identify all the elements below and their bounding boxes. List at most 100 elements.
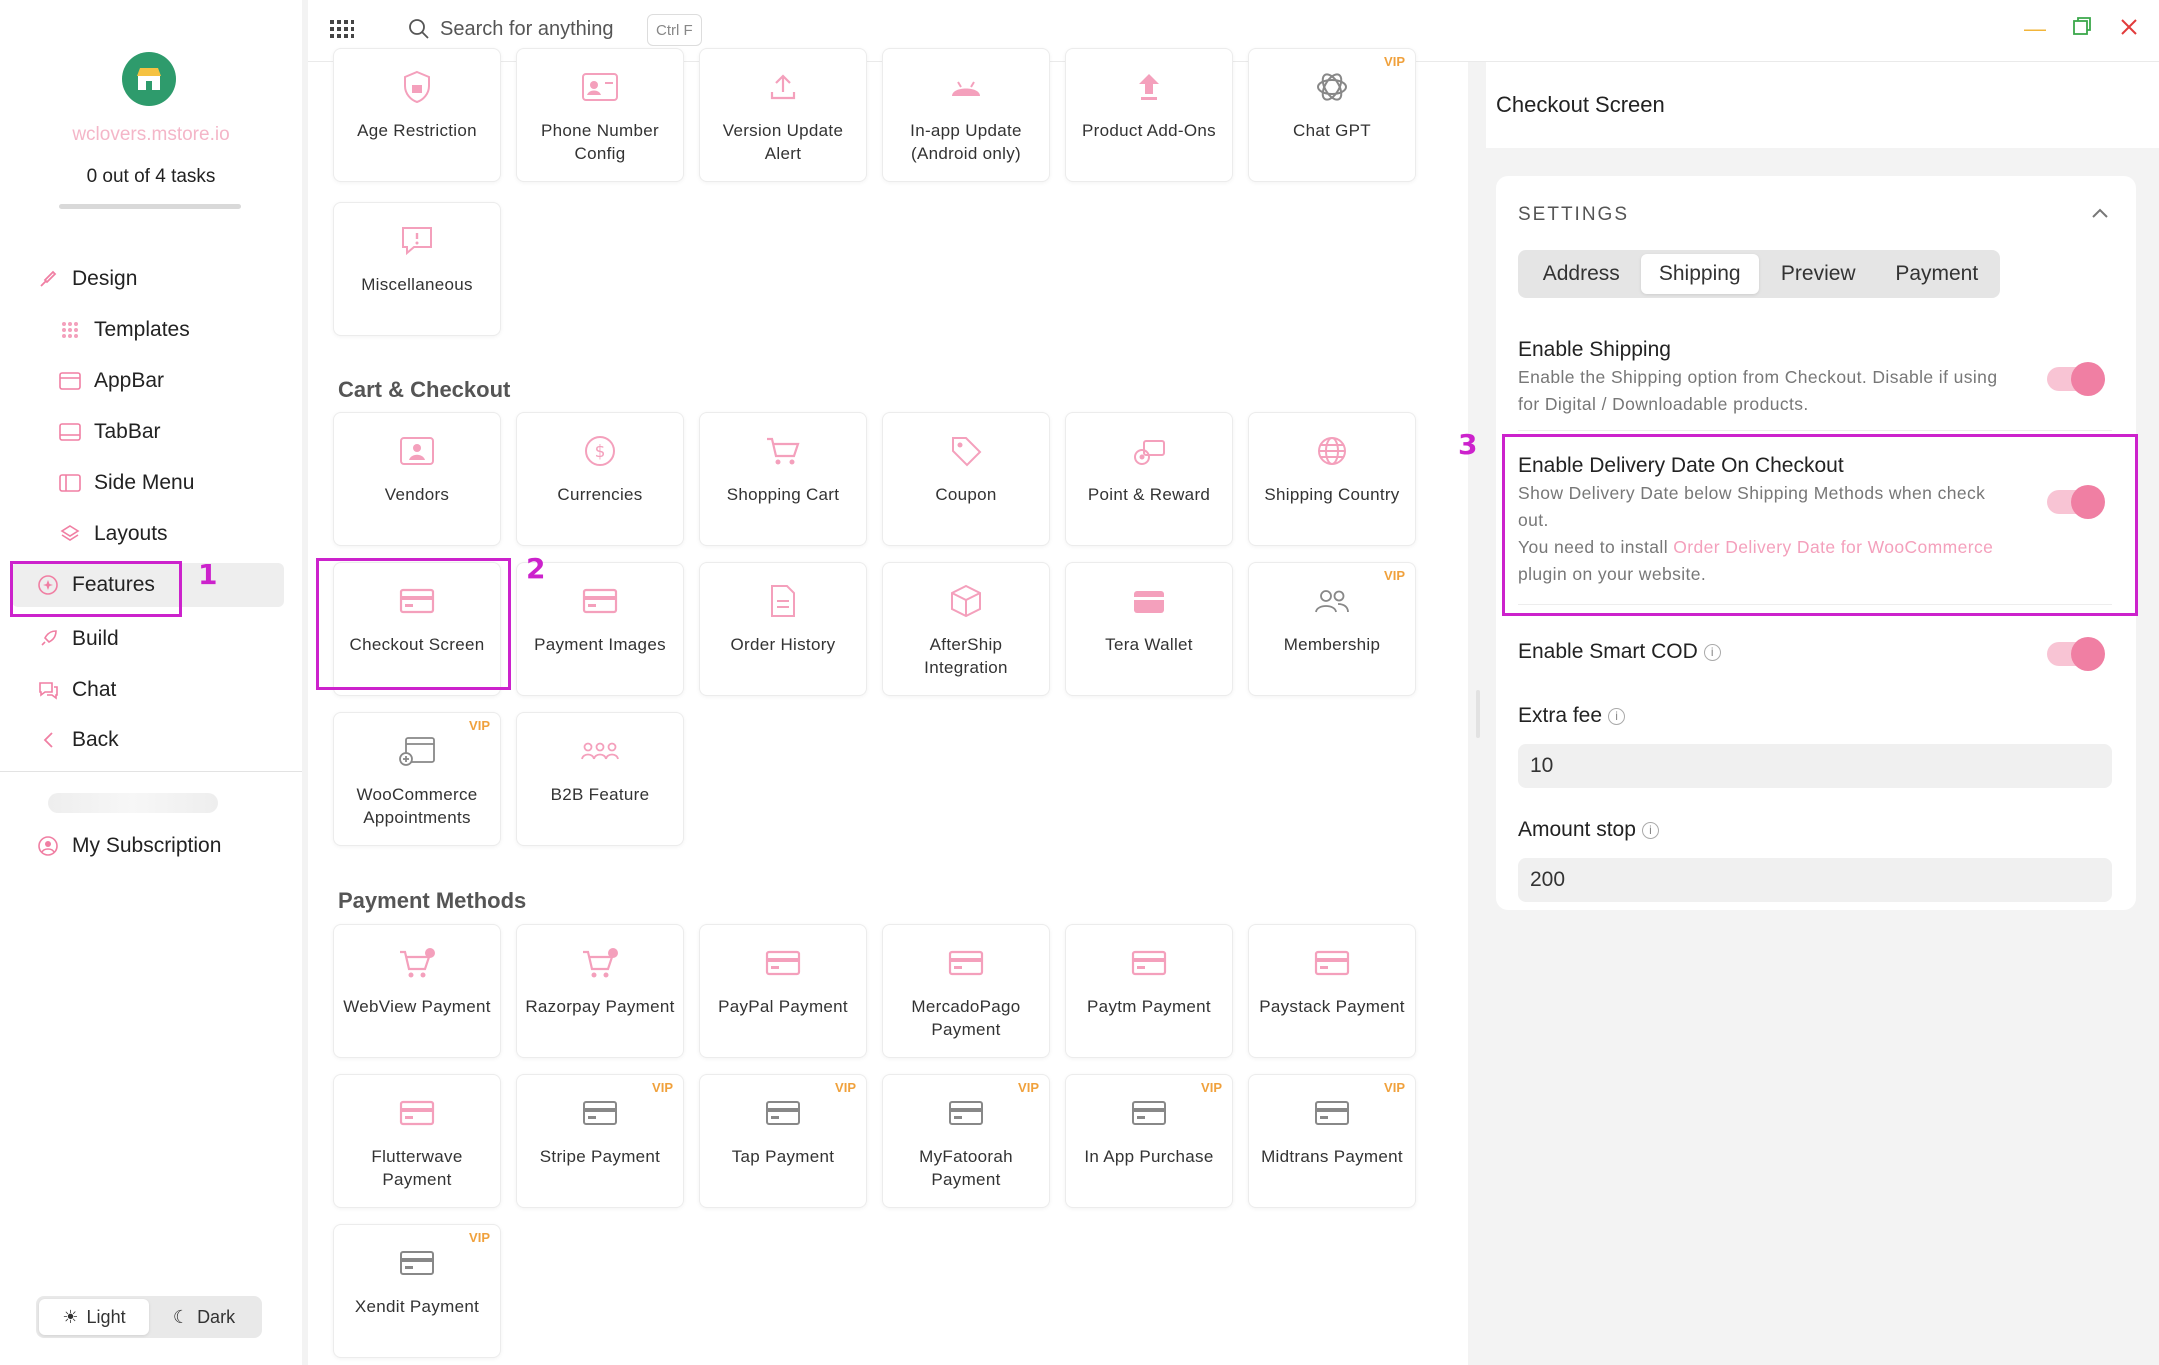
feature-card-order-history[interactable]: Order History — [699, 562, 867, 696]
card-icon — [334, 1243, 500, 1283]
cart-plus-icon — [334, 943, 500, 983]
feature-card-myfatoorah-payment[interactable]: VIP MyFatoorah Payment — [882, 1074, 1050, 1208]
reward-icon — [1066, 431, 1232, 471]
feature-card-b2b-feature[interactable]: B2B Feature — [516, 712, 684, 846]
info-icon[interactable]: i — [1608, 708, 1626, 725]
feature-card-age-restriction[interactable]: Age Restriction — [333, 48, 501, 182]
feature-card-webview-payment[interactable]: WebView Payment — [333, 924, 501, 1058]
feature-card-point-reward[interactable]: Point & Reward — [1065, 412, 1233, 546]
feature-card-paystack-payment[interactable]: Paystack Payment — [1248, 924, 1416, 1058]
feature-card-membership[interactable]: VIP Membership — [1248, 562, 1416, 696]
card-icon — [883, 943, 1049, 983]
wallet-icon — [1066, 581, 1232, 621]
tab-address[interactable]: Address — [1522, 254, 1641, 294]
info-icon[interactable]: i — [1641, 822, 1659, 839]
nav-layouts[interactable]: Layouts — [58, 512, 168, 556]
feature-card-tera-wallet[interactable]: Tera Wallet — [1065, 562, 1233, 696]
grid-dots-icon — [58, 318, 82, 342]
sidebar-divider — [0, 771, 302, 772]
nav-my-subscription[interactable]: My Subscription — [36, 824, 221, 868]
nav-appbar[interactable]: AppBar — [58, 359, 164, 403]
smart-cod-label: Enable Smart COD — [1518, 640, 1698, 663]
annotation-box-3 — [1502, 434, 2138, 616]
feature-card-midtrans-payment[interactable]: VIP Midtrans Payment — [1248, 1074, 1416, 1208]
feature-card-flutterwave-payment[interactable]: Flutterwave Payment — [333, 1074, 501, 1208]
feature-card-woocommerce-appointments[interactable]: VIP WooCommerce Appointments — [333, 712, 501, 846]
maximize-button[interactable] — [2072, 16, 2092, 42]
feature-card-vendors[interactable]: Vendors — [333, 412, 501, 546]
nav-templates[interactable]: Templates — [58, 308, 190, 352]
store-name[interactable]: wclovers.mstore.io — [0, 124, 302, 146]
feature-card-currencies[interactable]: $ Currencies — [516, 412, 684, 546]
tabbar-icon — [58, 420, 82, 444]
store-avatar[interactable] — [122, 52, 176, 106]
card-label: Shopping Cart — [726, 485, 840, 504]
tab-payment[interactable]: Payment — [1878, 254, 1997, 294]
box-icon — [883, 581, 1049, 621]
card-label: PayPal Payment — [718, 997, 848, 1016]
feature-card-in-app-purchase[interactable]: VIP In App Purchase — [1065, 1074, 1233, 1208]
nav-chat[interactable]: Chat — [36, 668, 116, 712]
tab-preview[interactable]: Preview — [1759, 254, 1878, 294]
feature-card-shipping-country[interactable]: Shipping Country — [1248, 412, 1416, 546]
feature-card-razorpay-payment[interactable]: Razorpay Payment — [516, 924, 684, 1058]
feature-card-phone-number-config[interactable]: Phone Number Config — [516, 48, 684, 182]
extra-fee-input[interactable]: 10 — [1518, 744, 2112, 788]
card-label: Currencies — [557, 485, 643, 504]
feature-card-in-app-update[interactable]: In-app Update (Android only) — [882, 48, 1050, 182]
card-icon — [700, 1093, 866, 1133]
theme-dark-button[interactable]: ☾ Dark — [149, 1299, 259, 1335]
nav-label: Layouts — [94, 522, 168, 545]
info-icon[interactable]: i — [1703, 644, 1721, 661]
annotation-box-1 — [10, 561, 182, 617]
chevron-up-icon[interactable] — [2090, 206, 2110, 225]
feature-card-mercadopago-payment[interactable]: MercadoPago Payment — [882, 924, 1050, 1058]
blurred-account — [48, 793, 218, 813]
feature-card-stripe-payment[interactable]: VIP Stripe Payment — [516, 1074, 684, 1208]
section-title-cart-checkout: Cart & Checkout — [338, 377, 511, 402]
feature-card-version-update-alert[interactable]: Version Update Alert — [699, 48, 867, 182]
amount-stop-input[interactable]: 200 — [1518, 858, 2112, 902]
close-button[interactable] — [2120, 16, 2138, 42]
feature-card-xendit-payment[interactable]: VIP Xendit Payment — [333, 1224, 501, 1358]
apps-grid-icon[interactable] — [330, 20, 354, 43]
nav-build[interactable]: Build — [36, 617, 119, 661]
feature-card-shopping-cart[interactable]: Shopping Cart — [699, 412, 867, 546]
resize-handle[interactable] — [1476, 690, 1480, 738]
search-shortcut-hint: Ctrl F — [647, 14, 702, 46]
nav-tabbar[interactable]: TabBar — [58, 410, 161, 454]
nav-design[interactable]: Design — [36, 257, 137, 301]
feature-card-coupon[interactable]: Coupon — [882, 412, 1050, 546]
card-label: Xendit Payment — [354, 1297, 480, 1316]
section-title-payment-methods: Payment Methods — [338, 888, 527, 913]
minimize-button[interactable]: — — [2024, 16, 2046, 42]
nav-label: My Subscription — [72, 834, 222, 857]
card-label: Chat GPT — [1293, 121, 1371, 140]
nav-side-menu[interactable]: Side Menu — [58, 461, 194, 505]
android-icon — [883, 67, 1049, 107]
card-label: Paytm Payment — [1087, 997, 1211, 1016]
feature-card-tap-payment[interactable]: VIP Tap Payment — [699, 1074, 867, 1208]
feature-card-paypal-payment[interactable]: PayPal Payment — [699, 924, 867, 1058]
chevron-left-icon — [36, 728, 60, 752]
chat-icon — [36, 678, 60, 702]
feature-card-chat-gpt[interactable]: VIP Chat GPT — [1248, 48, 1416, 182]
side-menu-icon — [58, 471, 82, 495]
tasks-progress-bar — [59, 204, 241, 209]
enable-shipping-toggle[interactable] — [2047, 362, 2105, 396]
feature-card-miscellaneous[interactable]: Miscellaneous — [333, 202, 501, 336]
feature-card-paytm-payment[interactable]: Paytm Payment — [1065, 924, 1233, 1058]
search-icon[interactable] — [408, 18, 430, 45]
feature-card-aftership-integration[interactable]: AfterShip Integration — [882, 562, 1050, 696]
tab-shipping[interactable]: Shipping — [1640, 254, 1759, 294]
search-input[interactable]: Search for anything — [440, 18, 613, 41]
nav-label: Design — [72, 267, 138, 290]
brush-icon — [36, 267, 60, 291]
feature-card-product-add-ons[interactable]: Product Add-Ons — [1065, 48, 1233, 182]
appbar-icon — [58, 369, 82, 393]
dollar-icon: $ — [517, 431, 683, 471]
nav-back[interactable]: Back — [36, 718, 119, 762]
smart-cod-toggle[interactable] — [2047, 637, 2105, 671]
theme-light-button[interactable]: ☀ Light — [39, 1299, 149, 1335]
card-icon — [1249, 1093, 1415, 1133]
